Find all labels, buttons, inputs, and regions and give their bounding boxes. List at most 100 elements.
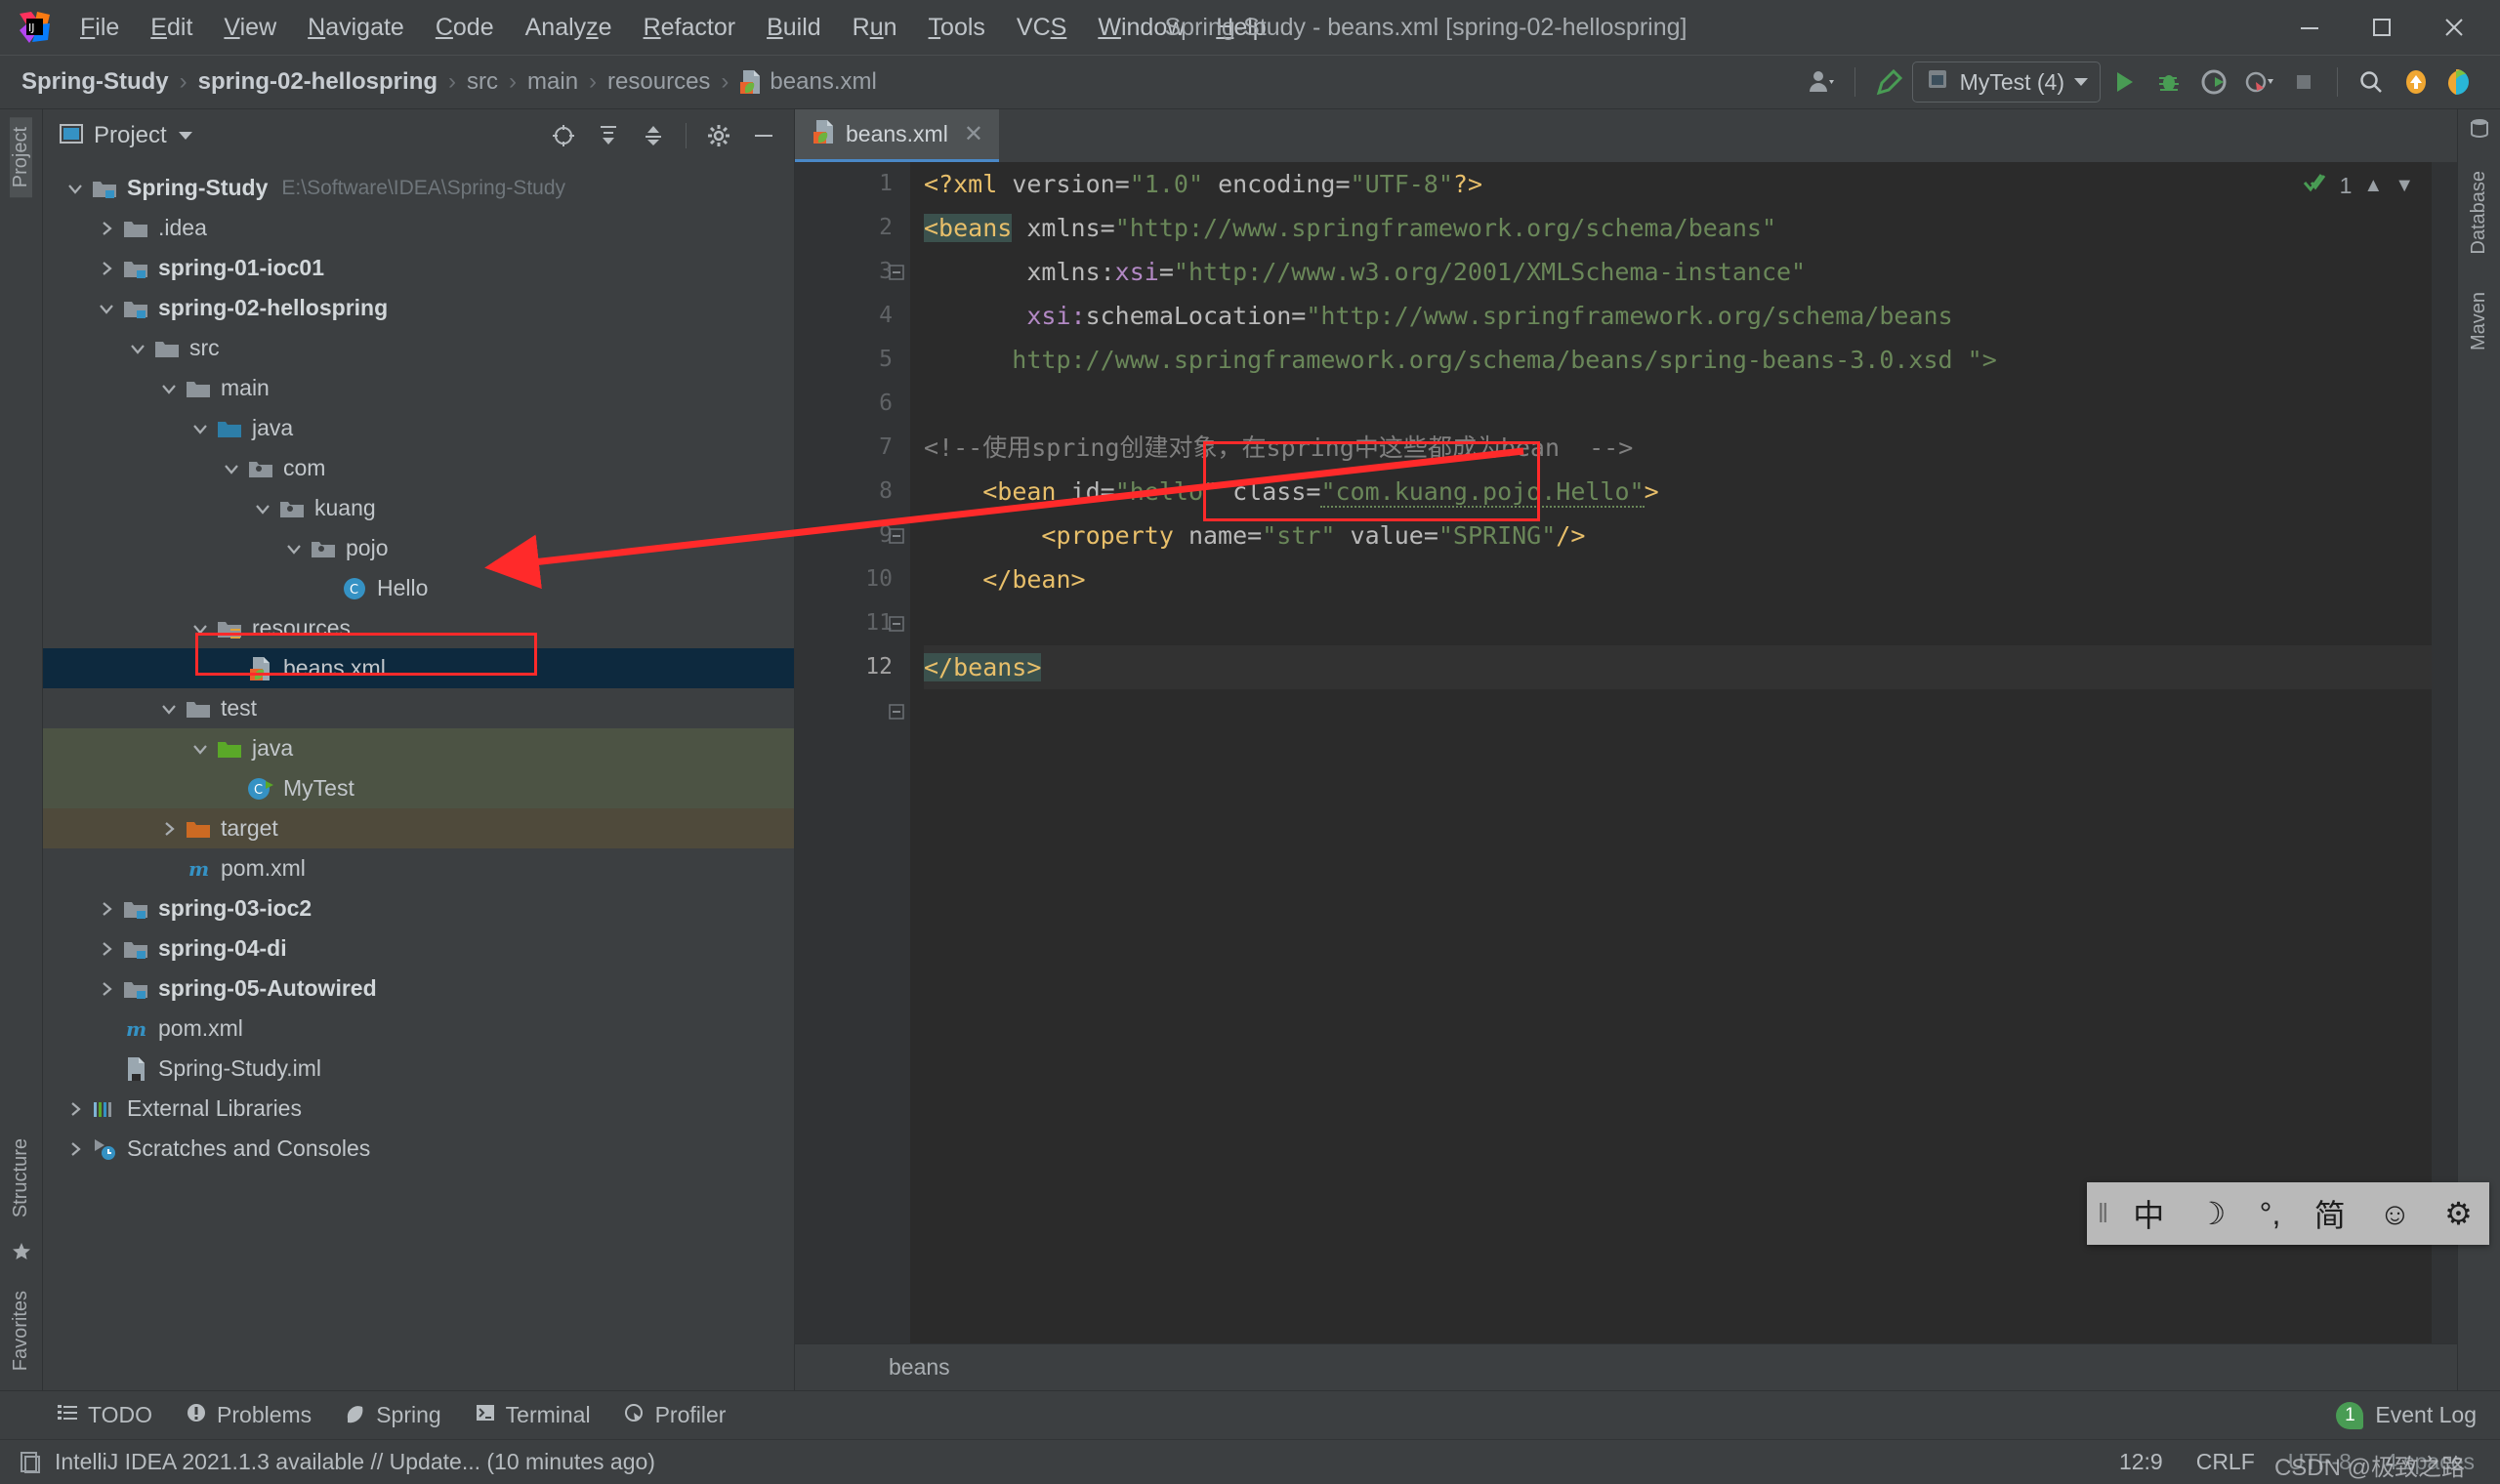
tree-node-target[interactable]: target [43,808,794,848]
menu-tools[interactable]: Tools [913,10,1001,46]
tree-node-kuang[interactable]: kuang [43,488,794,528]
menu-file[interactable]: File [64,10,135,46]
profiler-icon[interactable] [2237,61,2280,103]
twisty-down-icon[interactable] [279,540,309,557]
breadcrumb-item-0[interactable]: Spring-Study [21,68,169,96]
twisty-down-icon[interactable] [217,460,246,477]
gutter-line-7[interactable]: 7 [795,426,910,470]
twisty-down-icon[interactable] [186,740,215,758]
stripe-button-project[interactable]: Project [10,117,32,198]
breadcrumb-item-4[interactable]: resources [607,68,710,96]
code-line-3[interactable]: xmlns:xsi="http://www.w3.org/2001/XMLSch… [924,250,2457,294]
editor-code-content[interactable]: <?xml version="1.0" encoding="UTF-8"?> <b… [910,162,2457,1343]
menu-analyze[interactable]: Analyze [510,10,628,46]
tree-node-java[interactable]: java [43,728,794,768]
gear-icon[interactable] [700,117,737,154]
gutter-line-10[interactable]: 10 [795,557,910,632]
code-folding-marker[interactable] [886,250,907,294]
stripe-button-maven[interactable]: Maven [2468,282,2490,360]
tree-node-test[interactable]: test [43,688,794,728]
stripe-button-favorites[interactable]: Favorites [10,1281,32,1381]
simplified-chinese-icon[interactable]: 简 [2298,1191,2362,1236]
code-editor[interactable]: 1 2 3 4 5 6 7 8 9 10 11 12 <?xml version="1.0" enco… [795,162,2457,1343]
tool-button-spring[interactable]: Spring [345,1402,441,1429]
code-line-4[interactable]: xsi:schemaLocation="http://www.springfra… [924,294,2457,338]
debug-bug-icon[interactable] [2147,61,2190,103]
database-icon[interactable] [2469,117,2490,144]
menu-navigate[interactable]: Navigate [292,10,420,46]
update-project-icon[interactable] [2395,61,2438,103]
tool-button-profiler[interactable]: Profiler [624,1402,726,1429]
notification-icon[interactable] [20,1451,41,1474]
menu-code[interactable]: Code [420,10,510,46]
close-icon[interactable] [2418,1,2490,54]
twisty-down-icon[interactable] [154,380,184,397]
emoji-icon[interactable]: ☺ [2362,1196,2428,1232]
twisty-right-icon[interactable] [92,260,121,277]
search-everywhere-icon[interactable] [2350,61,2393,103]
breadcrumb-item-2[interactable]: src [467,68,498,96]
code-line-2[interactable]: <beans xmlns="http://www.springframework… [924,206,2457,250]
punctuation-mode-icon[interactable]: °, [2242,1196,2297,1232]
twisty-down-icon[interactable] [154,700,184,718]
close-icon[interactable]: ✕ [964,120,983,148]
tree-node-beans-xml[interactable]: beans.xml [43,648,794,688]
language-mode-chinese[interactable]: 中 [2116,1191,2181,1236]
chevron-up-icon[interactable]: ▲ [2363,175,2383,197]
ime-floating-toolbar[interactable]: ‖ 中 ☽ °, 简 ☺ ⚙ [2087,1182,2489,1245]
menu-build[interactable]: Build [751,10,837,46]
menu-view[interactable]: View [208,10,292,46]
tree-node-external-libraries[interactable]: External Libraries [43,1089,794,1129]
tree-node-spring-02-hellospring[interactable]: spring-02-hellospring [43,288,794,328]
chevron-down-icon[interactable]: ▼ [2395,175,2414,197]
code-line-1[interactable]: <?xml version="1.0" encoding="UTF-8"?> [924,162,2457,206]
tree-node-pom-xml[interactable]: m pom.xml [43,1009,794,1049]
status-message[interactable]: IntelliJ IDEA 2021.1.3 available // Upda… [55,1449,655,1475]
editor-tab-beans-xml[interactable]: beans.xml ✕ [795,109,999,162]
code-folding-marker[interactable] [886,514,907,557]
breadcrumb-item-3[interactable]: main [527,68,578,96]
tool-button-problems[interactable]: Problems [186,1402,312,1429]
tree-node-spring-study[interactable]: Spring-Study E:\Software\IDEA\Spring-Stud… [43,168,794,208]
expand-all-icon[interactable] [590,117,627,154]
breadcrumb-item-1[interactable]: spring-02-hellospring [198,68,438,96]
project-tree[interactable]: Spring-Study E:\Software\IDEA\Spring-Stud… [43,162,794,1390]
tree-node-spring-04-di[interactable]: spring-04-di [43,928,794,969]
ime-settings-gear-icon[interactable]: ⚙ [2428,1195,2489,1232]
code-line-8[interactable]: <bean id="hello" class="com.kuang.pojo.H… [924,470,2457,514]
twisty-down-icon[interactable] [61,180,90,197]
tree-node-com[interactable]: com [43,448,794,488]
menu-refactor[interactable]: Refactor [628,10,752,46]
moon-icon[interactable]: ☽ [2181,1195,2242,1232]
tool-button-terminal[interactable]: Terminal [475,1402,591,1429]
tree-node-spring-01-ioc01[interactable]: spring-01-ioc01 [43,248,794,288]
stripe-button-structure[interactable]: Structure [10,1129,32,1227]
tree-node-hello[interactable]: C Hello [43,568,794,608]
menu-edit[interactable]: Edit [135,10,208,46]
twisty-right-icon[interactable] [92,900,121,918]
tree-node-mytest[interactable]: C MyTest [43,768,794,808]
tree-node-pojo[interactable]: pojo [43,528,794,568]
twisty-right-icon[interactable] [154,820,184,838]
menu-help[interactable]: Help [1200,10,1281,46]
code-folding-marker[interactable] [886,689,907,733]
code-line-7[interactable]: <!--使用spring创建对象，在spring中这些都成为bean --> [924,426,2457,470]
run-play-icon[interactable] [2103,61,2146,103]
code-line-5[interactable]: http://www.springframework.org/schema/be… [924,338,2457,382]
run-configuration-selector[interactable]: MyTest (4) [1911,62,2101,103]
menu-bar[interactable]: File Edit View Navigate Code Analyze Ref… [64,10,1282,46]
twisty-right-icon[interactable] [92,940,121,958]
ide-logo-icon[interactable] [2439,61,2482,103]
inspection-widget[interactable]: 1 ▲ ▼ [2303,172,2414,199]
caret-position[interactable]: 12:9 [2119,1449,2163,1475]
twisty-right-icon[interactable] [61,1100,90,1118]
twisty-down-icon[interactable] [186,620,215,638]
run-with-coverage-icon[interactable] [2192,61,2235,103]
tree-node-spring-study-iml[interactable]: Spring-Study.iml [43,1049,794,1089]
select-opened-file-icon[interactable] [545,117,582,154]
chevron-down-icon[interactable] [178,132,192,140]
code-line-10[interactable]: </bean> [924,557,2457,601]
event-log-button[interactable]: 1 Event Log [2336,1401,2500,1429]
tool-button-todo[interactable]: TODO [57,1402,152,1429]
tree-node--idea[interactable]: .idea [43,208,794,248]
